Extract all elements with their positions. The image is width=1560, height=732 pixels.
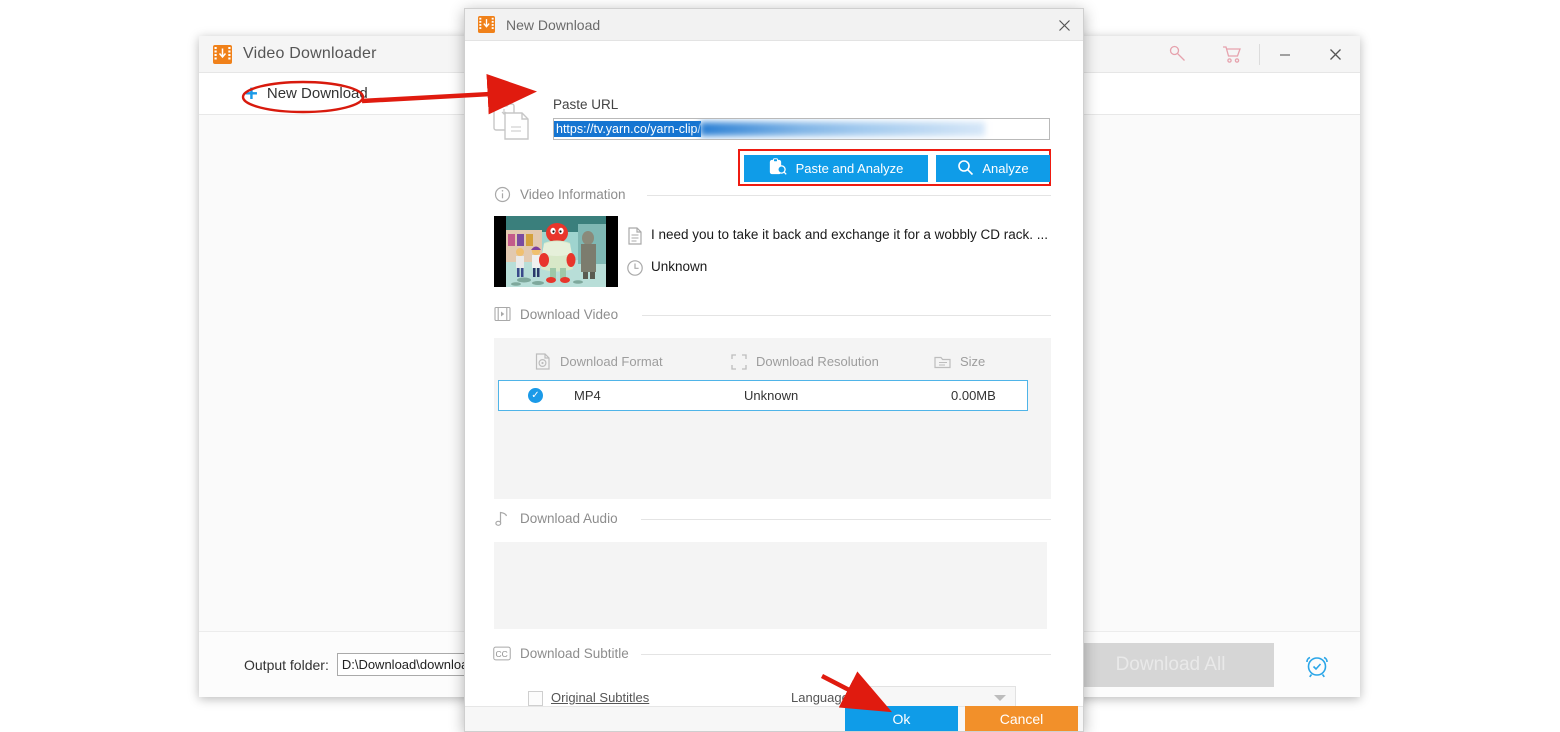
original-subtitles-label[interactable]: Original Subtitles bbox=[551, 690, 649, 705]
analyze-label: Analyze bbox=[982, 161, 1029, 176]
minimize-icon[interactable] bbox=[1260, 36, 1310, 73]
column-download-format-label: Download Format bbox=[560, 354, 663, 369]
section-divider bbox=[641, 519, 1051, 520]
download-video-section-header: Download Video bbox=[493, 305, 618, 323]
video-information-section-header: Video Information bbox=[493, 185, 626, 203]
close-icon[interactable] bbox=[1310, 36, 1360, 73]
language-label: Language bbox=[791, 690, 849, 705]
plus-icon: + bbox=[245, 80, 258, 106]
column-download-format: Download Format bbox=[534, 353, 730, 370]
video-thumbnail bbox=[494, 216, 618, 287]
section-divider bbox=[642, 315, 1051, 316]
dialog-title: New Download bbox=[506, 16, 601, 33]
url-redacted-region bbox=[699, 122, 985, 136]
main-window-title: Video Downloader bbox=[243, 45, 377, 62]
dialog-close-icon[interactable] bbox=[1045, 9, 1083, 41]
row-resolution: Unknown bbox=[744, 388, 799, 403]
paste-url-label: Paste URL bbox=[553, 97, 619, 112]
svg-text:CC: CC bbox=[495, 648, 507, 658]
paste-and-analyze-label: Paste and Analyze bbox=[795, 161, 904, 176]
analyze-actions-highlight: Paste and Analyze Analyze bbox=[738, 149, 1051, 186]
clock-icon bbox=[626, 259, 644, 277]
cc-icon: CC bbox=[493, 644, 511, 662]
cancel-button[interactable]: Cancel bbox=[965, 706, 1078, 731]
section-divider bbox=[641, 654, 1051, 655]
column-download-resolution: Download Resolution bbox=[730, 353, 934, 370]
download-video-label: Download Video bbox=[520, 306, 619, 322]
main-window-titlebar-actions bbox=[1151, 36, 1360, 73]
new-download-label: New Download bbox=[266, 85, 368, 102]
resize-icon bbox=[730, 353, 747, 370]
clipboard-paste-icon bbox=[491, 99, 531, 141]
url-input[interactable]: https://tv.yarn.co/yarn-clip/ bbox=[553, 118, 1050, 140]
clipboard-search-icon bbox=[769, 158, 787, 179]
output-folder-label: Output folder: bbox=[244, 656, 329, 673]
cart-icon[interactable] bbox=[1205, 36, 1259, 73]
video-duration: Unknown bbox=[651, 259, 708, 274]
row-format: MP4 bbox=[574, 388, 601, 403]
download-audio-panel bbox=[494, 542, 1047, 629]
key-icon[interactable] bbox=[1151, 36, 1205, 73]
ok-button[interactable]: Ok bbox=[845, 706, 958, 731]
original-subtitles-checkbox[interactable] bbox=[528, 691, 543, 706]
download-audio-label: Download Audio bbox=[520, 510, 618, 526]
file-icon bbox=[934, 353, 951, 370]
download-all-button[interactable]: Download All bbox=[1067, 643, 1274, 687]
new-download-button[interactable]: + New Download bbox=[245, 80, 368, 106]
download-video-table-header: Download Format Download Resolution Size bbox=[494, 346, 1051, 377]
download-subtitle-section-header: CC Download Subtitle bbox=[493, 644, 629, 662]
disc-icon bbox=[534, 353, 551, 370]
video-title: I need you to take it back and exchange … bbox=[651, 227, 1048, 242]
dialog-body: Paste URL https://tv.yarn.co/yarn-clip/ bbox=[465, 41, 1083, 710]
music-note-icon bbox=[493, 509, 511, 527]
column-size-label: Size bbox=[960, 354, 986, 369]
video-information-label: Video Information bbox=[520, 186, 626, 202]
section-divider bbox=[647, 195, 1051, 196]
info-icon bbox=[493, 185, 511, 203]
download-audio-section-header: Download Audio bbox=[493, 509, 618, 527]
row-selected-check-icon[interactable]: ✓ bbox=[528, 388, 543, 403]
table-row[interactable]: ✓ MP4 Unknown 0.00MB bbox=[498, 380, 1028, 411]
column-size: Size bbox=[934, 353, 985, 370]
search-icon bbox=[957, 159, 974, 179]
dialog-titlebar: New Download bbox=[465, 9, 1083, 41]
document-icon bbox=[627, 227, 643, 245]
analyze-button[interactable]: Analyze bbox=[936, 155, 1050, 182]
chevron-down-icon bbox=[994, 695, 1006, 701]
download-video-panel: Download Format Download Resolution Size… bbox=[494, 338, 1051, 499]
paste-and-analyze-button[interactable]: Paste and Analyze bbox=[744, 155, 928, 182]
film-icon bbox=[493, 305, 511, 323]
alarm-clock-icon[interactable] bbox=[1291, 643, 1343, 687]
row-size: 0.00MB bbox=[951, 388, 996, 403]
column-download-resolution-label: Download Resolution bbox=[756, 354, 879, 369]
app-logo-icon bbox=[213, 44, 232, 64]
url-input-value: https://tv.yarn.co/yarn-clip/ bbox=[554, 121, 701, 137]
download-subtitle-label: Download Subtitle bbox=[520, 645, 629, 661]
new-download-dialog: New Download Paste URL https://tv.yarn.c… bbox=[464, 8, 1084, 732]
dialog-logo-icon bbox=[478, 16, 495, 33]
